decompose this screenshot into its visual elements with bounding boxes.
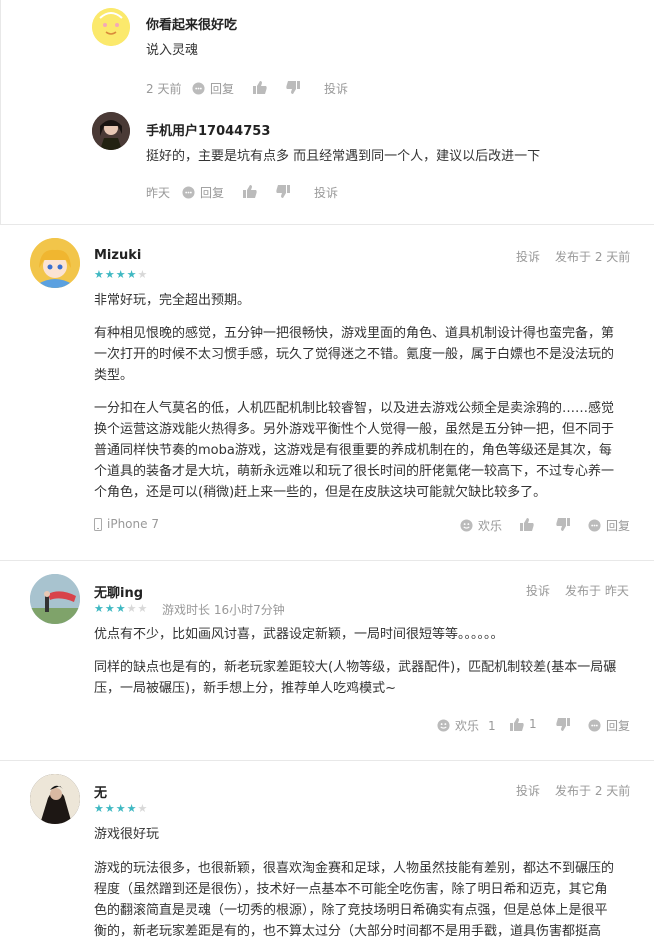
avatar[interactable] [30, 238, 80, 288]
thumb-up-icon[interactable] [253, 81, 267, 94]
report-button[interactable]: 投诉 [324, 80, 348, 97]
reply-text: 挺好的，主要是坑有点多 而且经常遇到同一个人，建议以后改进一下 [146, 149, 541, 164]
funny-button[interactable]: 欢乐 1 [437, 717, 496, 734]
review-text: 换个运营这游戏能火热得多。另外游戏平衡性个人觉得一般，虽然是五分钟一把，但不同于 [94, 422, 615, 437]
funny-button[interactable]: 欢乐 [460, 517, 502, 534]
star-icon: ★ [104, 268, 116, 281]
reply-button[interactable]: 回复 [192, 80, 234, 97]
rating-stars: ★★★★★ [94, 269, 148, 280]
review-text: 游戏的玩法很多，也很新颖，很喜欢淘金赛和足球，人物虽然技能有差别，都达不到碾压的 [94, 861, 615, 876]
avatar[interactable] [92, 8, 130, 46]
report-button[interactable]: 投诉 [516, 248, 540, 265]
report-button[interactable]: 投诉 [516, 782, 540, 799]
post-time: 发布于 2 天前 [555, 250, 631, 264]
post-time: 发布于 昨天 [565, 584, 629, 598]
thumb-down-icon[interactable] [556, 518, 570, 531]
rating-stars: ★★★★★ [94, 803, 148, 814]
username[interactable]: 手机用户17044753 [146, 120, 270, 139]
rating-stars: ★★★★★ [94, 603, 148, 614]
phone-icon [94, 517, 102, 531]
smile-icon [460, 519, 473, 532]
star-icon: ★ [115, 268, 127, 281]
review-text: 色的翻滚简直是灵魂（一切秀的根源），除了竞技场明日希确实有点强，但是总体上是很平 [94, 903, 608, 918]
star-icon: ★ [115, 602, 127, 615]
avatar[interactable] [92, 112, 130, 150]
thumb-down-icon[interactable] [276, 185, 290, 198]
review-text: 个角色，还是可以(稍微)赶上来一些的，但是在皮肤这块可能就欠缺比较多了。 [94, 485, 547, 500]
divider [0, 224, 654, 225]
star-icon: ★ [94, 602, 105, 615]
smile-icon [437, 719, 450, 732]
thumb-up-icon[interactable] [243, 185, 257, 198]
username[interactable]: 你看起来很好吃 [146, 14, 237, 33]
reply-button[interactable]: 回复 [588, 717, 630, 734]
thumb-up-icon[interactable] [520, 518, 534, 531]
username[interactable]: 无聊ing [94, 582, 143, 601]
timestamp: 2 天前 [146, 82, 182, 96]
review-text: 压，一局被碾压)，新手想上分，推荐单人吃鸡模式~ [94, 681, 396, 696]
star-icon: ★ [104, 802, 116, 815]
comment-icon [182, 186, 195, 199]
like-button[interactable]: 1 [510, 717, 537, 731]
review-text: 类型。 [94, 368, 134, 383]
divider [0, 760, 654, 761]
star-icon: ★ [126, 602, 138, 615]
review-text: 一次打开的时候不太习惯手感，玩久了觉得迷之不错。氪度一般，属于白嫖也不是没法玩的 [94, 347, 615, 362]
username[interactable]: Mizuki [94, 248, 141, 263]
avatar[interactable] [30, 574, 80, 624]
device-label: iPhone 7 [94, 517, 159, 531]
review-text: 优点有不少，比如画风讨喜，武器设定新颖，一局时间很短等等。。。。。。 [94, 627, 504, 642]
thumb-down-icon[interactable] [556, 718, 570, 731]
review-text: 有种相见恨晚的感觉，五分钟一把很畅快，游戏里面的角色、道具机制设计得也蛮完备，第 [94, 326, 615, 341]
username[interactable]: 无 [94, 782, 107, 801]
divider [0, 560, 654, 561]
star-icon: ★ [126, 802, 138, 815]
star-icon: ★ [137, 802, 149, 815]
reply-button[interactable]: 回复 [588, 517, 630, 534]
comment-icon [588, 519, 601, 532]
comment-icon [192, 82, 205, 95]
star-icon: ★ [94, 802, 105, 815]
review-text: 非常好玩，完全超出预期。 [94, 293, 251, 308]
review-text: 个道具的装备才是大坑，萌新永远难以和玩了很长时间的肝佬氪佬一较高下，不过专心养一 [94, 464, 615, 479]
review-text: 程度（虽然蹭到还是很伤），技术好一点基本不可能全吃伤害，除了明日希和迈克，其它角 [94, 882, 608, 897]
left-border [0, 0, 1, 224]
post-time: 发布于 2 天前 [555, 784, 631, 798]
report-button[interactable]: 投诉 [526, 582, 550, 599]
avatar[interactable] [30, 774, 80, 824]
star-icon: ★ [126, 268, 138, 281]
star-icon: ★ [137, 268, 149, 281]
review-text: 普通同样快节奏的moba游戏，这游戏是有很重要的养成机制在的，角色等级还是其次，… [94, 443, 612, 458]
review-text: 一分扣在人气莫名的低，人机匹配机制比较睿智，以及进去游戏公频全是卖涂鸦的……感觉 [94, 401, 615, 416]
thumb-down-icon[interactable] [286, 81, 300, 94]
thumb-up-icon [510, 717, 524, 731]
funny-count: 1 [488, 718, 496, 733]
star-icon: ★ [94, 268, 105, 281]
comment-icon [588, 719, 601, 732]
like-count: 1 [529, 717, 537, 731]
review-text: 同样的缺点也是有的，新老玩家差距较大(人物等级，武器配件)，匹配机制较差(基本一… [94, 660, 617, 675]
report-button[interactable]: 投诉 [314, 184, 338, 201]
timestamp: 昨天 [146, 186, 171, 200]
review-text: 游戏很好玩 [94, 827, 160, 842]
playtime: 游戏时长 16小时7分钟 [162, 603, 285, 617]
reply-button[interactable]: 回复 [182, 184, 224, 201]
reply-text: 说入灵魂 [146, 43, 199, 58]
star-icon: ★ [115, 802, 127, 815]
star-icon: ★ [137, 602, 149, 615]
star-icon: ★ [104, 602, 116, 615]
